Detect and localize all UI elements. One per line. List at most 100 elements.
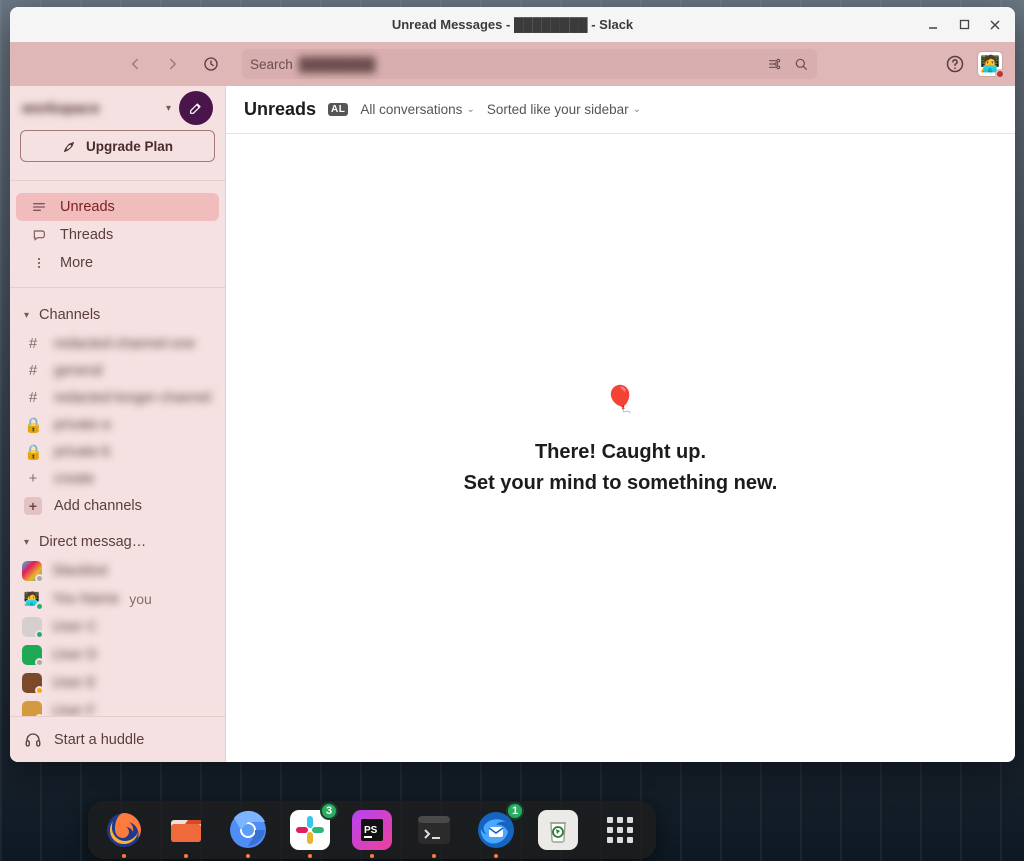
- history-button[interactable]: [196, 49, 226, 79]
- dock-app-files[interactable]: [164, 808, 208, 852]
- plus-square-icon: +: [24, 497, 42, 515]
- trash-icon: [538, 810, 578, 850]
- channel-item[interactable]: # general: [10, 357, 225, 384]
- avatar-icon: [22, 561, 42, 581]
- search-icon[interactable]: [793, 56, 809, 72]
- dm-name: User E: [52, 675, 96, 691]
- dock-app-chromium[interactable]: [226, 808, 270, 852]
- avatar-icon: [22, 645, 42, 665]
- sidebar-item-more[interactable]: More: [16, 249, 219, 277]
- presence-dot-icon: [35, 574, 44, 583]
- hash-icon: #: [24, 389, 42, 406]
- running-indicator-icon: [246, 854, 250, 858]
- top-toolbar: Search ████████ 🧑‍💻: [10, 42, 1015, 86]
- dm-item[interactable]: User C: [10, 613, 225, 641]
- dm-item[interactable]: User F: [10, 697, 225, 716]
- channel-item[interactable]: #redacted-channel-one: [10, 330, 225, 357]
- firefox-icon: [104, 810, 144, 850]
- lock-icon: 🔒: [24, 416, 42, 434]
- huddle-label: Start a huddle: [54, 732, 144, 748]
- empty-line-2: Set your mind to something new.: [464, 468, 778, 499]
- channels-section-header[interactable]: ▾ Channels: [10, 300, 225, 330]
- sidebar-list: Unreads Threads More ▾ Ch: [10, 187, 225, 716]
- help-button[interactable]: [941, 50, 969, 78]
- sidebar-item-label: More: [60, 255, 93, 271]
- phpstorm-icon: PS: [352, 810, 392, 850]
- sidebar-item-threads[interactable]: Threads: [16, 221, 219, 249]
- channel-item[interactable]: 🔒 private-a: [10, 411, 225, 438]
- window-close-button[interactable]: [981, 11, 1009, 39]
- upgrade-plan-button[interactable]: Upgrade Plan: [20, 130, 215, 162]
- presence-dot-icon: [35, 686, 44, 695]
- hash-icon: #: [24, 362, 42, 379]
- window-title: Unread Messages - ████████ - Slack: [392, 17, 633, 32]
- dm-section-header[interactable]: ▾ Direct messag…: [10, 527, 225, 557]
- dm-name: You Name: [52, 591, 119, 607]
- dock: 3 PS 1: [88, 801, 656, 859]
- user-avatar-button[interactable]: 🧑‍💻: [977, 51, 1003, 77]
- caret-down-icon: ▾: [24, 310, 29, 321]
- channel-name: private-a: [54, 417, 110, 433]
- dm-item[interactable]: Slackbot: [10, 557, 225, 585]
- dock-app-firefox[interactable]: [102, 808, 146, 852]
- nav-forward-button[interactable]: [158, 49, 188, 79]
- nav-back-button[interactable]: [120, 49, 150, 79]
- dm-item[interactable]: User D: [10, 641, 225, 669]
- channel-name: general: [54, 363, 102, 379]
- unreads-icon: [30, 199, 48, 215]
- filter-icon[interactable]: [767, 56, 783, 72]
- dm-name: User F: [52, 703, 96, 716]
- filter-label: Sorted like your sidebar: [487, 102, 629, 117]
- sidebar-item-unreads[interactable]: Unreads: [16, 193, 219, 221]
- plus-icon: +: [24, 470, 42, 487]
- start-huddle-button[interactable]: Start a huddle: [10, 716, 225, 762]
- search-input[interactable]: Search ████████: [242, 49, 817, 79]
- running-indicator-icon: [184, 854, 188, 858]
- add-channels-button[interactable]: + Add channels: [10, 492, 225, 519]
- compose-button[interactable]: [179, 91, 213, 125]
- rocket-icon: [62, 138, 78, 154]
- main-header: Unreads AL All conversations ⌄ Sorted li…: [226, 86, 1015, 134]
- dock-app-apps-grid[interactable]: [598, 808, 642, 852]
- dock-app-trash[interactable]: [536, 808, 580, 852]
- section-title: Channels: [39, 307, 100, 323]
- caret-down-icon: ▾: [24, 537, 29, 548]
- dock-app-terminal[interactable]: [412, 808, 456, 852]
- apps-grid-icon: [607, 817, 633, 843]
- search-value: ████████: [299, 57, 376, 72]
- terminal-icon: [414, 810, 454, 850]
- main-panel: Unreads AL All conversations ⌄ Sorted li…: [226, 86, 1015, 762]
- presence-dot-icon: [35, 714, 44, 716]
- dock-app-thunderbird[interactable]: 1: [474, 808, 518, 852]
- keyboard-hint: AL: [328, 103, 348, 116]
- upgrade-label: Upgrade Plan: [86, 139, 173, 154]
- workspace-switcher[interactable]: workspace ▾: [10, 86, 225, 130]
- dock-app-slack[interactable]: 3: [288, 808, 332, 852]
- channel-item[interactable]: # redacted-longer-channel: [10, 384, 225, 411]
- balloon-icon: 🎈: [604, 384, 636, 415]
- presence-indicator-icon: [995, 69, 1005, 79]
- dm-item[interactable]: User E: [10, 669, 225, 697]
- more-icon: [30, 255, 48, 271]
- avatar-icon: 🧑‍💻: [22, 589, 42, 609]
- workspace-name: workspace: [22, 100, 158, 117]
- page-title: Unreads: [244, 99, 316, 120]
- channel-item[interactable]: +create: [10, 465, 225, 492]
- dock-app-phpstorm[interactable]: PS: [350, 808, 394, 852]
- filter-sort[interactable]: Sorted like your sidebar ⌄: [487, 102, 641, 117]
- running-indicator-icon: [122, 854, 126, 858]
- sidebar: workspace ▾ Upgrade Plan: [10, 86, 226, 762]
- hash-icon: #: [24, 335, 42, 352]
- window-maximize-button[interactable]: [950, 11, 978, 39]
- dm-item[interactable]: 🧑‍💻You Nameyou: [10, 585, 225, 613]
- sidebar-item-label: Unreads: [60, 199, 115, 215]
- window-minimize-button[interactable]: [919, 11, 947, 39]
- channel-name: redacted-longer-channel: [54, 390, 211, 406]
- lock-icon: 🔒: [24, 443, 42, 461]
- filter-all-conversations[interactable]: All conversations ⌄: [360, 102, 474, 117]
- channel-item[interactable]: 🔒private-b: [10, 438, 225, 465]
- filter-label: All conversations: [360, 102, 462, 117]
- slack-window: Unread Messages - ████████ - Slack: [10, 7, 1015, 762]
- empty-line-1: There! Caught up.: [535, 437, 706, 468]
- window-titlebar: Unread Messages - ████████ - Slack: [10, 7, 1015, 42]
